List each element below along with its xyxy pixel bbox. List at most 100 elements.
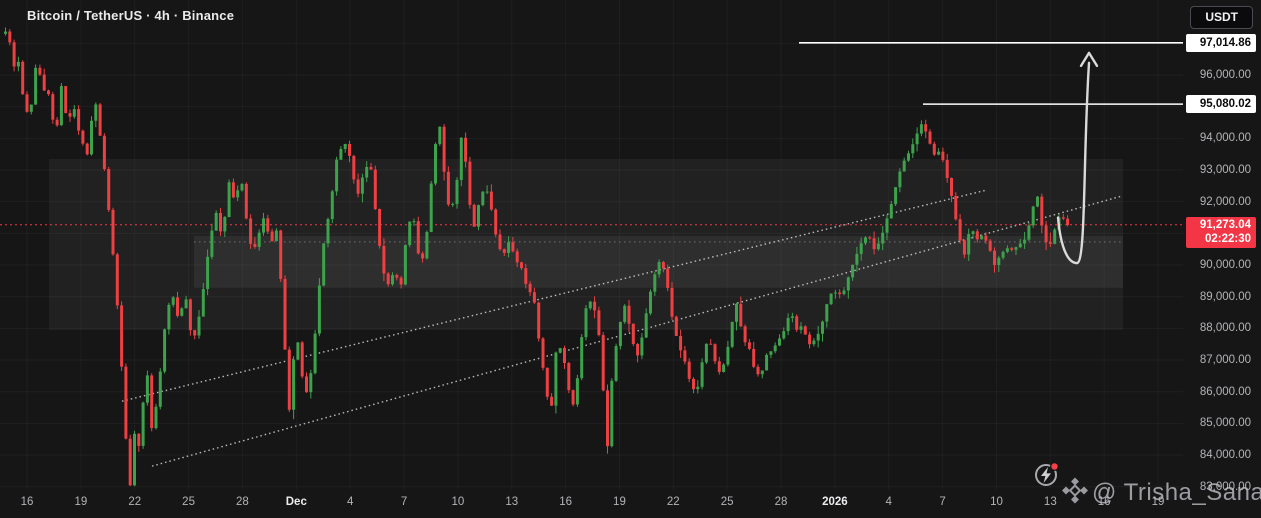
candle-body [382, 246, 385, 274]
candle-body [890, 204, 893, 218]
price-axis[interactable]: 97,014.86 95,080.02 91,273.04 02:22:30 9… [1185, 0, 1261, 518]
candle-body [817, 334, 820, 341]
time-axis[interactable]: 1619222528Dec471013161922252820264710131… [0, 490, 1185, 518]
zone-rect[interactable] [194, 236, 1123, 288]
time-tick-label: 10 [451, 496, 464, 508]
candle-body [322, 243, 325, 285]
time-tick-label: 16 [21, 496, 34, 508]
candle-body [692, 379, 695, 389]
candle-body [176, 297, 179, 315]
candle-body [374, 170, 377, 209]
candle-body [99, 104, 102, 135]
horizontal-rays[interactable] [799, 43, 1183, 104]
price-tick-label: 87,000.00 [1181, 353, 1251, 367]
candle-body [155, 407, 158, 428]
candle-body [546, 368, 549, 397]
usdt-currency-button[interactable]: USDT [1190, 6, 1253, 29]
candle-body [838, 292, 841, 294]
candle-body [146, 375, 149, 402]
candle-body [185, 299, 188, 308]
time-tick-label: 4 [347, 496, 353, 508]
candle-body [494, 209, 497, 234]
candle-body [619, 322, 622, 346]
candle-body [8, 32, 11, 43]
candle-body [585, 308, 588, 337]
supply-demand-zones [49, 159, 1123, 330]
candle-body [1062, 217, 1065, 218]
time-tick-label-major: 2026 [822, 496, 848, 508]
candle-body [503, 249, 506, 253]
candle-body [748, 342, 751, 349]
candle-body [30, 105, 33, 112]
candle-body [236, 190, 239, 197]
time-tick-label: 13 [1044, 496, 1057, 508]
candle-body [739, 304, 742, 326]
candle-body [610, 381, 613, 446]
candle-body [47, 90, 50, 94]
candle-body [21, 62, 24, 94]
candle-body [296, 342, 299, 359]
candle-body [950, 178, 953, 196]
candle-body [361, 178, 364, 194]
candle-body [907, 153, 910, 160]
candle-body [847, 277, 850, 290]
brand-diamond-icon [1059, 476, 1091, 506]
candle-body [834, 292, 837, 293]
candle-body [576, 378, 579, 404]
time-tick-label: 25 [182, 496, 195, 508]
candle-body [597, 310, 600, 335]
candle-body [795, 316, 798, 329]
level-price-label-97014[interactable]: 97,014.86 [1186, 34, 1256, 52]
candle-body [963, 240, 966, 254]
candle-body [722, 365, 725, 372]
candle-body [103, 136, 106, 169]
candle-body [486, 192, 489, 193]
candle-body [615, 346, 618, 381]
level-price-label-95080[interactable]: 95,080.02 [1186, 95, 1256, 113]
candle-body [284, 279, 287, 350]
candle-body [761, 370, 764, 374]
candle-body [675, 317, 678, 336]
candle-body [563, 348, 566, 363]
candle-body [94, 104, 97, 120]
candle-body [275, 230, 278, 241]
candle-body [232, 182, 235, 197]
candle-body [984, 236, 987, 241]
candle-body [189, 299, 192, 330]
candle-body [64, 86, 67, 113]
candle-body [894, 187, 897, 204]
candle-body [572, 390, 575, 404]
candle-body [421, 253, 424, 258]
candle-body [348, 144, 351, 156]
candle-body [163, 329, 166, 371]
candle-body [920, 124, 923, 133]
candle-body [460, 138, 463, 180]
candle-body [924, 124, 927, 131]
candle-body [51, 94, 54, 120]
price-tick-label: 84,000.00 [1181, 448, 1251, 462]
time-tick-label: 28 [236, 496, 249, 508]
candle-body [757, 367, 760, 374]
candle-body [4, 32, 7, 34]
candle-body [589, 302, 592, 309]
time-tick-label: 10 [990, 496, 1003, 508]
candle-body [301, 342, 304, 376]
candle-body [946, 160, 949, 178]
price-tick-label: 90,000.00 [1181, 258, 1251, 272]
candle-body [696, 387, 699, 389]
candle-body [524, 268, 527, 284]
candle-body [752, 349, 755, 367]
time-tick-label: 22 [128, 496, 141, 508]
candle-body [830, 294, 833, 305]
candle-body [417, 221, 420, 253]
price-chart-canvas[interactable] [0, 0, 1261, 518]
candle-body [800, 326, 803, 329]
candle-body [881, 233, 884, 244]
candle-body [765, 355, 768, 371]
candle-body [959, 219, 962, 240]
symbol-title[interactable]: Bitcoin / TetherUS · 4h · Binance [27, 8, 234, 23]
candle-body [387, 274, 390, 285]
candle-body [124, 367, 127, 439]
candle-body [473, 205, 476, 227]
candle-body [167, 305, 170, 330]
